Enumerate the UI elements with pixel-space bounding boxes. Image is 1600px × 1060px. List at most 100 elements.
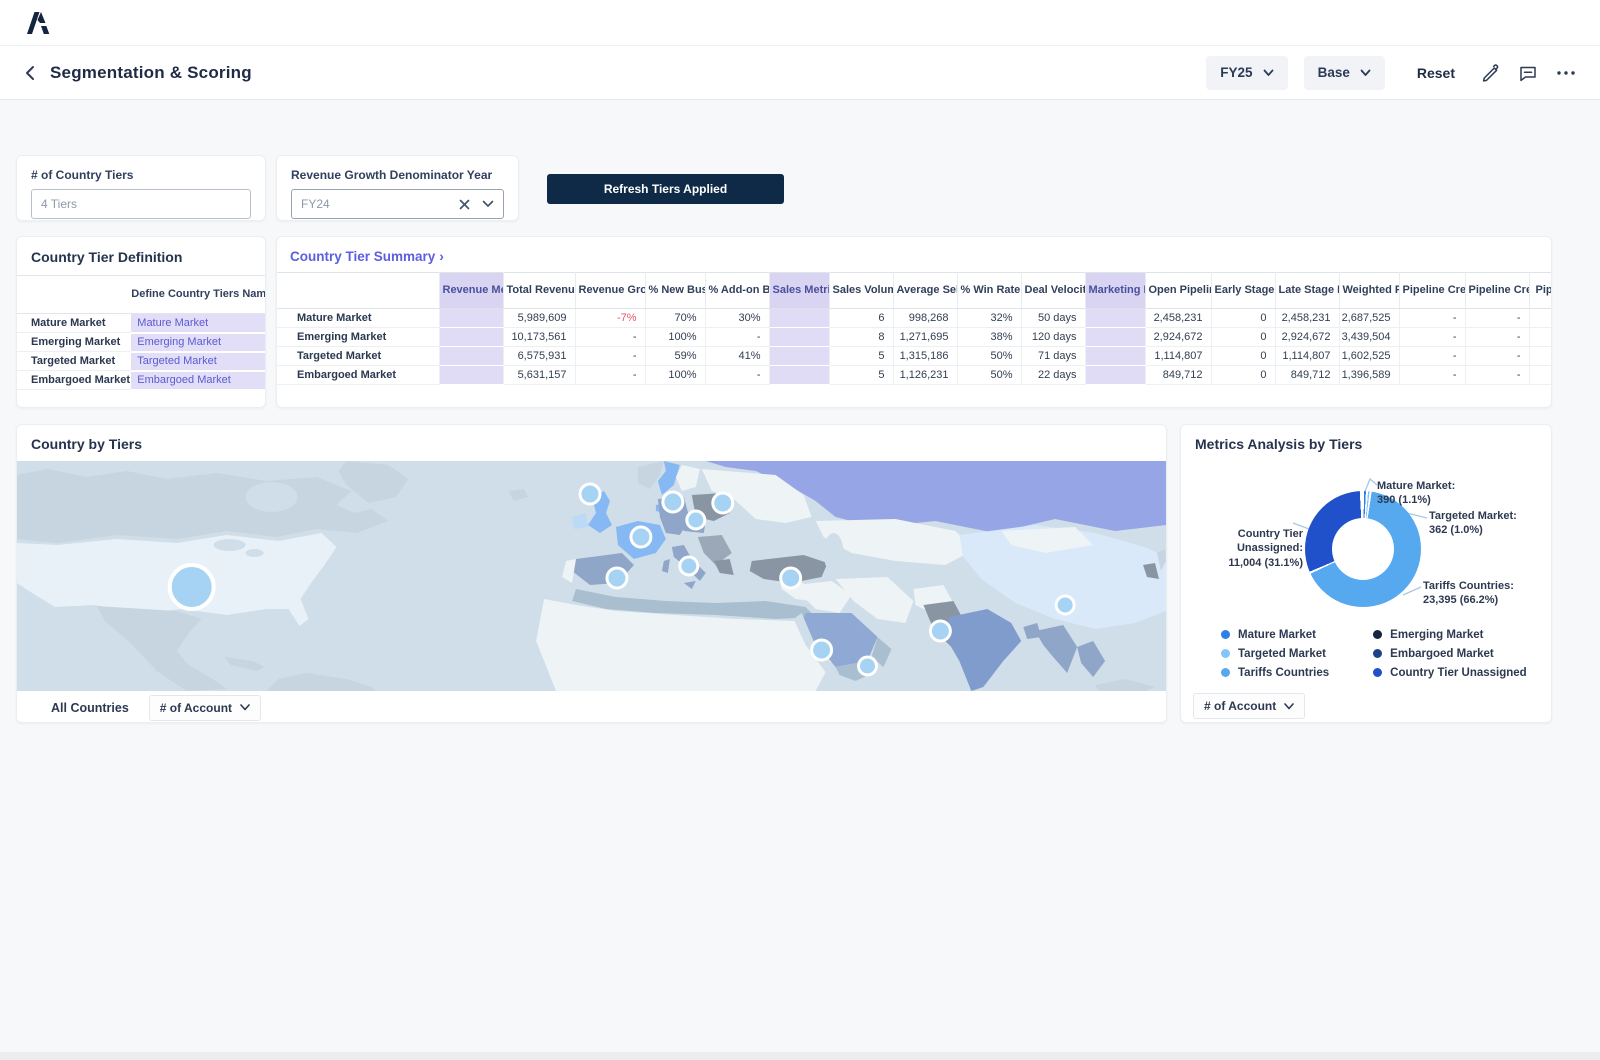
back-icon[interactable] — [24, 65, 38, 81]
legend-item[interactable]: Tariffs Countries — [1221, 663, 1329, 682]
editable-cell[interactable]: Mature Market — [131, 314, 265, 333]
summary-cell[interactable]: - — [1529, 347, 1551, 366]
summary-cell[interactable] — [769, 309, 829, 328]
chevron-right-icon[interactable]: › — [439, 248, 444, 264]
summary-cell[interactable]: - — [1465, 366, 1529, 385]
summary-cell[interactable]: - — [1465, 309, 1529, 328]
summary-cell[interactable]: 1,114,807 — [1145, 347, 1211, 366]
summary-cell[interactable]: 849,712 — [1275, 366, 1339, 385]
summary-cell[interactable] — [1085, 309, 1145, 328]
summary-cell[interactable]: 50 days — [1021, 309, 1085, 328]
summary-cell[interactable]: - — [575, 347, 645, 366]
map-marker[interactable] — [631, 527, 651, 547]
map-marker[interactable] — [687, 511, 705, 529]
map-marker[interactable] — [859, 657, 877, 675]
summary-cell[interactable]: 1,396,589 — [1339, 366, 1399, 385]
summary-cell[interactable]: 10,173,561 — [503, 328, 575, 347]
summary-cell[interactable] — [1085, 328, 1145, 347]
editable-cell[interactable]: Embargoed Market — [131, 371, 265, 390]
summary-column-header[interactable]: Total Revenue — [503, 273, 575, 309]
legend-item[interactable]: Targeted Market — [1221, 644, 1329, 663]
legend-item[interactable]: Embargoed Market — [1373, 644, 1527, 663]
summary-cell[interactable]: 50% — [957, 366, 1021, 385]
clear-x-icon[interactable] — [459, 199, 470, 210]
row-header[interactable]: Emerging Market — [277, 328, 439, 347]
summary-cell[interactable]: 0 — [1211, 328, 1275, 347]
chevron-down-icon[interactable] — [482, 200, 494, 208]
summary-cell[interactable]: 849,712 — [1145, 366, 1211, 385]
summary-cell[interactable] — [769, 366, 829, 385]
more-options-icon[interactable] — [1556, 70, 1576, 76]
summary-column-header[interactable]: Early Stage Pipeline — [1211, 273, 1275, 309]
map-marker[interactable] — [812, 640, 832, 660]
summary-cell[interactable]: 2,458,231 — [1275, 309, 1339, 328]
summary-cell[interactable]: - — [1399, 309, 1465, 328]
horizontal-scrollbar[interactable] — [0, 1052, 1600, 1060]
summary-cell[interactable]: 1,114,807 — [1275, 347, 1339, 366]
denominator-year-combobox[interactable]: FY24 — [291, 189, 504, 219]
summary-column-header[interactable]: Sales Volume — [829, 273, 893, 309]
summary-cell[interactable]: - — [705, 366, 769, 385]
map-marker[interactable] — [680, 557, 698, 575]
summary-cell[interactable]: 5 — [829, 366, 893, 385]
summary-cell[interactable] — [439, 366, 503, 385]
map-marker[interactable] — [1056, 596, 1074, 614]
row-header[interactable]: Targeted Market — [17, 352, 131, 371]
summary-cell[interactable]: - — [1529, 328, 1551, 347]
summary-cell[interactable]: 2,924,672 — [1275, 328, 1339, 347]
summary-cell[interactable]: - — [575, 366, 645, 385]
summary-cell[interactable]: 41% — [705, 347, 769, 366]
donut-metric-dropdown[interactable]: # of Account — [1193, 693, 1305, 719]
summary-cell[interactable]: 1,602,525 — [1339, 347, 1399, 366]
summary-cell[interactable]: 100% — [645, 366, 705, 385]
summary-column-header[interactable]: Revenue Growth Rat... — [575, 273, 645, 309]
all-countries-label[interactable]: All Countries — [51, 701, 129, 715]
summary-cell[interactable] — [1085, 366, 1145, 385]
summary-cell[interactable]: 50% — [957, 347, 1021, 366]
summary-column-header[interactable]: % Win Rate (# of Deals) — [957, 273, 1021, 309]
summary-cell[interactable]: 8 — [829, 328, 893, 347]
summary-column-header[interactable]: Open Pipeline — [1145, 273, 1211, 309]
summary-cell[interactable]: 5,631,157 — [503, 366, 575, 385]
summary-column-header[interactable]: % New Business — [645, 273, 705, 309]
summary-cell[interactable]: - — [705, 328, 769, 347]
summary-column-header[interactable]: Late Stage Pipeline — [1275, 273, 1339, 309]
summary-cell[interactable]: 1,126,231 — [893, 366, 957, 385]
summary-cell[interactable]: 0 — [1211, 366, 1275, 385]
summary-column-header[interactable]: Pipeline Creation... — [1399, 273, 1465, 309]
summary-column-header[interactable] — [277, 273, 439, 309]
summary-cell[interactable]: 2,687,525 — [1339, 309, 1399, 328]
summary-column-header[interactable]: Pipeline Con... — [1529, 273, 1551, 309]
map-marker[interactable] — [781, 568, 801, 588]
map-marker[interactable] — [663, 492, 683, 512]
summary-cell[interactable]: - — [1529, 309, 1551, 328]
map-marker[interactable] — [930, 621, 950, 641]
country-tiers-input[interactable] — [31, 189, 251, 219]
comment-icon[interactable] — [1518, 63, 1538, 82]
summary-cell[interactable]: 120 days — [1021, 328, 1085, 347]
summary-cell[interactable]: - — [1465, 347, 1529, 366]
summary-cell[interactable]: 998,268 — [893, 309, 957, 328]
summary-cell[interactable]: 6 — [829, 309, 893, 328]
summary-cell[interactable]: - — [1399, 366, 1465, 385]
summary-column-header[interactable]: Average Selling Price — [893, 273, 957, 309]
summary-cell[interactable]: 32% — [957, 309, 1021, 328]
summary-cell[interactable]: - — [575, 328, 645, 347]
edit-pencil-icon[interactable] — [1481, 63, 1500, 82]
summary-column-header[interactable]: Sales Metrics — [769, 273, 829, 309]
summary-cell[interactable]: 59% — [645, 347, 705, 366]
summary-column-header[interactable]: Pipeline Creation... — [1465, 273, 1529, 309]
reset-button[interactable]: Reset — [1417, 65, 1455, 81]
legend-item[interactable]: Emerging Market — [1373, 625, 1527, 644]
refresh-tiers-button[interactable]: Refresh Tiers Applied — [547, 174, 784, 204]
summary-cell[interactable] — [1085, 347, 1145, 366]
summary-column-header[interactable]: Marketing Metrics — [1085, 273, 1145, 309]
map-metric-dropdown[interactable]: # of Account — [149, 695, 261, 721]
summary-column-header[interactable]: % Add-on Business — [705, 273, 769, 309]
map-marker[interactable] — [713, 493, 733, 513]
summary-cell[interactable]: 3,439,504 — [1339, 328, 1399, 347]
tier-summary-link[interactable]: Country Tier Summary — [290, 249, 435, 264]
row-header[interactable]: Embargoed Market — [277, 366, 439, 385]
summary-cell[interactable]: 2,458,231 — [1145, 309, 1211, 328]
summary-cell[interactable]: - — [1399, 328, 1465, 347]
